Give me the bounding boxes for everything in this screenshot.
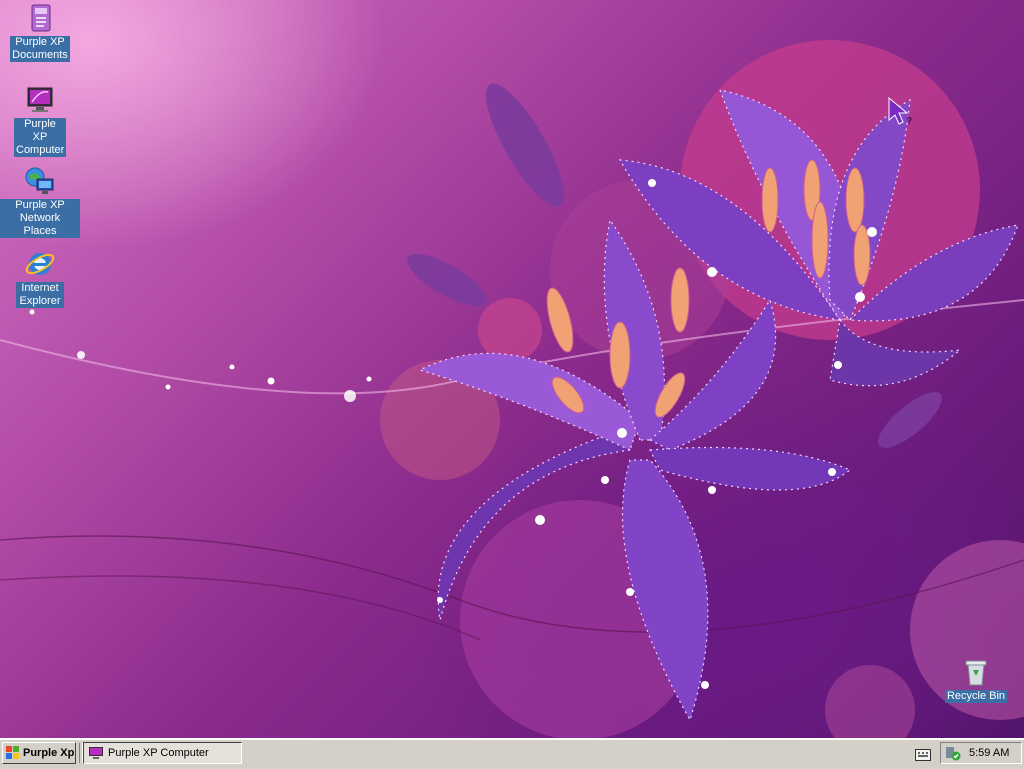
keyboard-language-icon[interactable] — [915, 749, 931, 761]
system-tray: 5:59 AM — [940, 742, 1022, 764]
help-cursor-icon: ? — [888, 96, 912, 127]
desktop[interactable]: Purple XP Documents Purple XP Computer P… — [0, 0, 1024, 738]
documents-icon — [31, 4, 51, 32]
windows-logo-icon — [6, 746, 19, 759]
network-places-icon — [25, 167, 54, 194]
desktop-icon-network-places[interactable]: Purple XP Network Places — [0, 165, 80, 238]
svg-text:?: ? — [906, 116, 912, 127]
start-button[interactable]: Purple Xp — [2, 742, 76, 764]
clock[interactable]: 5:59 AM — [969, 747, 1009, 759]
computer-icon — [89, 747, 103, 759]
taskbar-item-purple-xp-computer[interactable]: Purple XP Computer — [83, 742, 242, 764]
desktop-icon-computer[interactable]: Purple XP Computer — [0, 84, 80, 157]
desktop-icon-documents[interactable]: Purple XP Documents — [0, 2, 80, 62]
desktop-icon-label: Internet Explorer — [16, 282, 64, 308]
taskbar-item-label: Purple XP Computer — [108, 747, 209, 759]
recycle-bin-icon — [965, 660, 987, 686]
start-label: Purple Xp — [23, 747, 75, 759]
security-shield-icon[interactable] — [945, 745, 961, 761]
desktop-icon-label: Purple XP Documents — [10, 36, 70, 62]
internet-explorer-icon — [25, 253, 55, 275]
wallpaper-lily-flowers — [0, 40, 1024, 738]
computer-icon — [27, 87, 53, 112]
desktop-icon-internet-explorer[interactable]: Internet Explorer — [0, 248, 80, 308]
desktop-icon-label: Purple XP Network Places — [0, 199, 80, 238]
desktop-icon-label: Purple XP Computer — [14, 118, 66, 157]
taskbar: Purple Xp Purple XP Computer 5:59 AM — [0, 738, 1024, 769]
desktop-icon-recycle-bin[interactable]: Recycle Bin — [936, 656, 1016, 703]
desktop-icon-label: Recycle Bin — [944, 690, 1008, 703]
